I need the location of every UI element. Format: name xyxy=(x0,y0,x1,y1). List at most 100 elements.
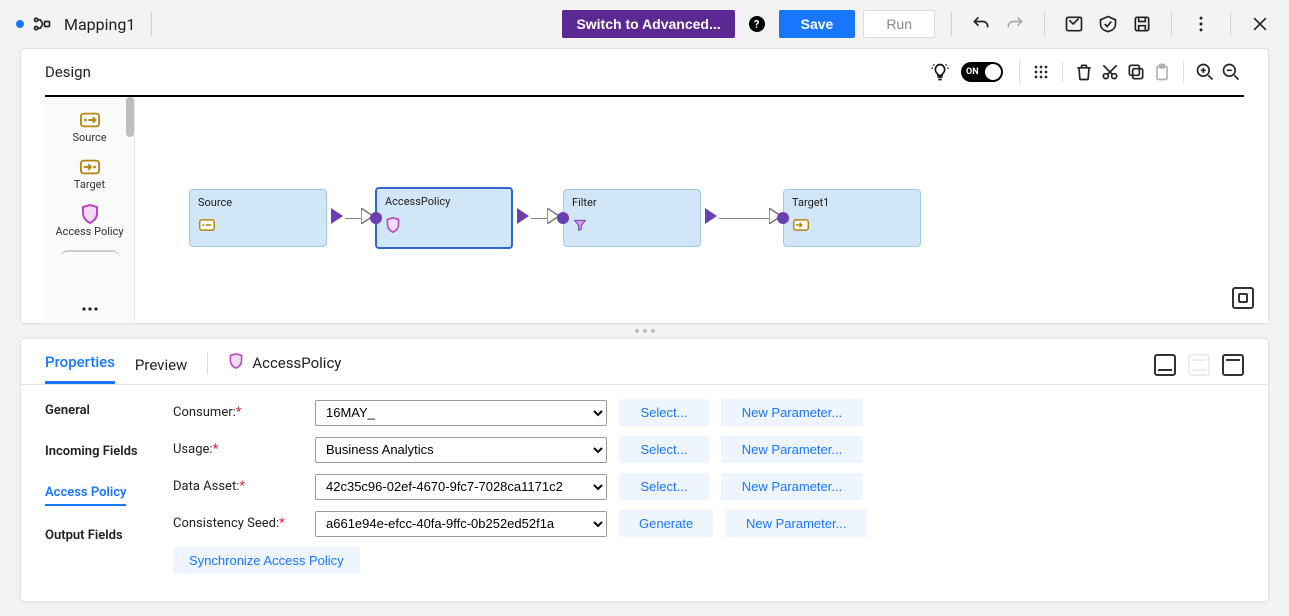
validate-icon[interactable] xyxy=(1061,11,1087,37)
generate-button[interactable]: Generate xyxy=(619,510,713,537)
top-bar: Mapping1 Switch to Advanced... ? Save Ru… xyxy=(0,0,1289,48)
undo-icon[interactable] xyxy=(968,11,994,37)
delete-icon[interactable] xyxy=(1071,59,1097,85)
cut-icon[interactable] xyxy=(1097,59,1123,85)
access-policy-form: Consumer:* 16MAY_ Select... New Paramete… xyxy=(149,385,1268,601)
switch-to-advanced-button[interactable]: Switch to Advanced... xyxy=(562,10,734,38)
consumer-label: Consumer:* xyxy=(173,405,303,420)
divider xyxy=(1171,12,1172,36)
overview-icon[interactable] xyxy=(1232,287,1254,309)
input-port[interactable] xyxy=(370,212,382,224)
tab-preview[interactable]: Preview xyxy=(135,350,187,384)
nav-incoming-fields[interactable]: Incoming Fields xyxy=(45,444,138,463)
divider xyxy=(1183,61,1184,83)
filter-icon xyxy=(572,217,590,235)
target-icon xyxy=(78,156,102,178)
design-panel: Design ON xyxy=(20,48,1269,324)
paste-icon xyxy=(1149,59,1175,85)
shield-icon xyxy=(228,352,244,374)
help-icon[interactable]: ? xyxy=(749,16,765,32)
palette-label: Target xyxy=(74,178,105,191)
lightbulb-icon[interactable] xyxy=(927,59,953,85)
toggle-switch[interactable]: ON xyxy=(961,62,1003,82)
unsaved-dot xyxy=(16,20,24,28)
palette-more-icon[interactable] xyxy=(78,301,102,317)
layout-middle-icon[interactable] xyxy=(1188,354,1210,376)
node-title: Target1 xyxy=(792,196,912,209)
palette-access-policy[interactable]: Access Policy xyxy=(55,203,123,238)
transformation-name: AccessPolicy xyxy=(252,354,341,372)
node-filter[interactable]: Filter xyxy=(563,189,701,247)
data-asset-select-button[interactable]: Select... xyxy=(619,473,709,500)
link xyxy=(719,218,771,219)
data-asset-label: Data Asset:* xyxy=(173,479,303,494)
source-icon xyxy=(78,109,102,131)
splitter[interactable] xyxy=(0,324,1289,338)
divider xyxy=(207,352,208,374)
transformation-palette: Source Target Access Policy xyxy=(45,97,135,323)
copy-icon[interactable] xyxy=(1123,59,1149,85)
seed-select[interactable]: a661e94e-efcc-40fa-9ffc-0b252ed52f1a xyxy=(315,511,607,537)
shield-icon xyxy=(385,216,403,234)
seed-label: Consistency Seed:* xyxy=(173,516,303,531)
node-access-policy[interactable]: AccessPolicy xyxy=(375,187,513,249)
data-asset-new-param-button[interactable]: New Parameter... xyxy=(721,473,863,500)
seed-new-param-button[interactable]: New Parameter... xyxy=(725,510,867,537)
divider xyxy=(1019,61,1020,83)
divider xyxy=(1230,12,1231,36)
target-icon xyxy=(792,217,810,235)
properties-panel: Properties Preview AccessPolicy General … xyxy=(20,338,1269,602)
divider xyxy=(1062,61,1063,83)
consumer-select-button[interactable]: Select... xyxy=(619,399,709,426)
palette-label: Access Policy xyxy=(55,225,123,238)
divider xyxy=(951,12,952,36)
grid-icon[interactable] xyxy=(1028,59,1054,85)
zoom-in-icon[interactable] xyxy=(1192,59,1218,85)
check-icon[interactable] xyxy=(1095,11,1121,37)
usage-label: Usage:* xyxy=(173,442,303,457)
nav-general[interactable]: General xyxy=(45,403,90,422)
input-port[interactable] xyxy=(777,212,789,224)
run-button[interactable]: Run xyxy=(863,10,935,38)
mapping-canvas[interactable]: Source AccessPolicy xyxy=(135,97,1268,323)
divider xyxy=(1044,12,1045,36)
layout-bottom-icon[interactable] xyxy=(1154,354,1176,376)
more-menu-icon[interactable] xyxy=(1188,11,1214,37)
node-title: Filter xyxy=(572,196,692,209)
input-port[interactable] xyxy=(557,212,569,224)
transformation-badge: AccessPolicy xyxy=(228,352,341,384)
node-target1[interactable]: Target1 xyxy=(783,189,921,247)
node-title: AccessPolicy xyxy=(385,195,503,208)
toggle-on-label: ON xyxy=(963,67,979,77)
node-title: Source xyxy=(198,196,318,209)
mapping-title: Mapping1 xyxy=(64,15,135,34)
properties-side-nav: General Incoming Fields Access Policy Ou… xyxy=(21,385,149,601)
node-source[interactable]: Source xyxy=(189,189,327,247)
usage-new-param-button[interactable]: New Parameter... xyxy=(721,436,863,463)
scrollbar[interactable] xyxy=(126,97,134,137)
source-icon xyxy=(198,217,216,235)
usage-select[interactable]: Business Analytics xyxy=(315,437,607,463)
consumer-new-param-button[interactable]: New Parameter... xyxy=(721,399,863,426)
layout-top-icon[interactable] xyxy=(1222,354,1244,376)
close-icon[interactable] xyxy=(1247,11,1273,37)
redo-icon xyxy=(1002,11,1028,37)
palette-label: Source xyxy=(72,131,106,144)
save-as-icon[interactable] xyxy=(1129,11,1155,37)
consumer-select[interactable]: 16MAY_ xyxy=(315,400,607,426)
design-title: Design xyxy=(45,63,91,81)
usage-select-button[interactable]: Select... xyxy=(619,436,709,463)
synchronize-button[interactable]: Synchronize Access Policy xyxy=(173,547,360,574)
zoom-out-icon[interactable] xyxy=(1218,59,1244,85)
mapping-icon xyxy=(32,14,52,34)
palette-target[interactable]: Target xyxy=(74,156,105,191)
tab-properties[interactable]: Properties xyxy=(45,347,115,384)
nav-access-policy[interactable]: Access Policy xyxy=(45,485,126,506)
nav-output-fields[interactable]: Output Fields xyxy=(45,528,123,547)
palette-source[interactable]: Source xyxy=(72,109,106,144)
design-header: Design ON xyxy=(21,49,1268,85)
divider xyxy=(151,12,152,36)
shield-icon xyxy=(78,203,102,225)
data-asset-select[interactable]: 42c35c96-02ef-4670-9fc7-7028ca1171c2 xyxy=(315,474,607,500)
save-button[interactable]: Save xyxy=(779,10,856,38)
